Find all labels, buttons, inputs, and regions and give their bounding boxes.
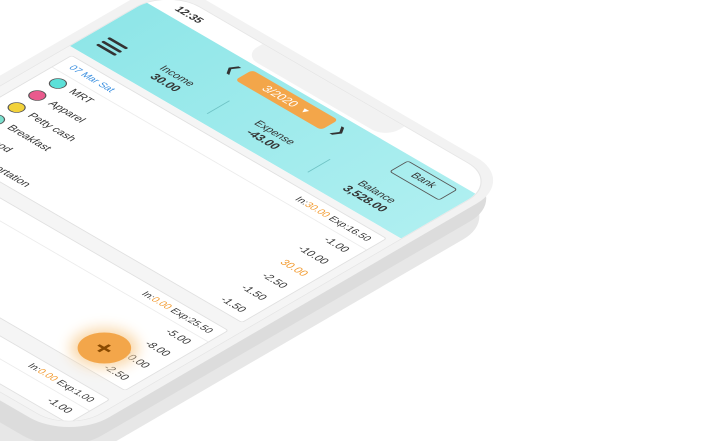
transaction-amount: -1.00 <box>43 396 76 415</box>
app-mockup: 12:35 ❮ 3/2020 ▼ ❯ Bank Income 30.00 Exp… <box>0 0 720 441</box>
divider <box>306 158 331 173</box>
category-dot-icon <box>0 112 9 127</box>
transaction-amount: -2.50 <box>99 363 132 382</box>
caret-down-icon: ▼ <box>296 105 314 116</box>
phone-device: 12:35 ❮ 3/2020 ▼ ❯ Bank Income 30.00 Exp… <box>0 0 517 441</box>
divider <box>206 100 230 114</box>
category-dot-icon <box>24 88 51 103</box>
prev-month-icon[interactable]: ❮ <box>220 62 245 76</box>
next-month-icon[interactable]: ❯ <box>327 124 352 138</box>
phone-screen: 12:35 ❮ 3/2020 ▼ ❯ Bank Income 30.00 Exp… <box>0 0 501 433</box>
income-summary: Income 30.00 <box>144 64 198 95</box>
menu-icon[interactable] <box>95 37 129 56</box>
transaction-amount: -1.50 <box>216 295 249 314</box>
